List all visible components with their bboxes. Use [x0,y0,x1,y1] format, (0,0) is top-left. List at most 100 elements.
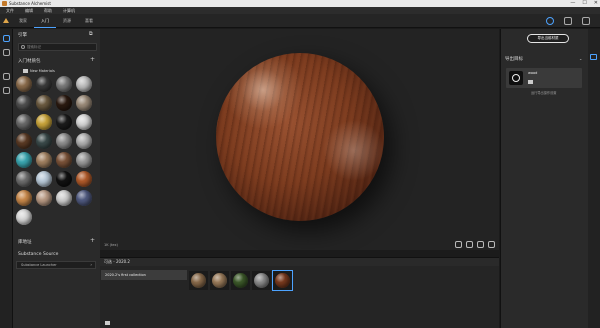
tab-resources[interactable]: 资源 [56,14,78,28]
chevron-right-icon: › [90,262,92,267]
material-thumbnail[interactable] [76,76,92,92]
materials-icon[interactable] [3,49,10,56]
menu-file[interactable]: 文件 [6,8,14,14]
layout-icon[interactable] [582,17,590,25]
folder-new-materials[interactable]: New Materials [18,68,98,75]
bottom-panel-header: 可选 - 2020.2 [100,258,499,266]
folder-icon [23,69,28,73]
material-thumbnail[interactable] [16,209,32,225]
material-thumbnail[interactable] [56,76,72,92]
menu-bar: 文件 编辑 帮助 计算机 [0,7,600,14]
sync-icon[interactable] [546,17,554,25]
material-thumbnail[interactable] [16,171,32,187]
swatch-list [189,270,293,291]
rotate-icon[interactable] [466,241,473,248]
material-thumbnail[interactable] [36,133,52,149]
camera-icon[interactable] [455,241,462,248]
title-bar: Substance Alchemist — ☐ ✕ [0,0,600,7]
material-swatch[interactable] [231,271,250,290]
material-swatch[interactable] [272,270,293,291]
tab-favorites[interactable]: 喜看 [78,14,100,28]
tab-bar: 我家 入门 资源 喜看 [0,14,600,28]
material-thumbnail[interactable] [56,152,72,168]
export-target-name: wood [528,71,538,75]
export-settings-link[interactable]: 运行导出操作设置 [531,90,557,95]
library-settings-icon[interactable]: ⧉ [89,31,93,37]
material-thumbnail[interactable] [16,95,32,111]
material-thumbnail[interactable] [36,76,52,92]
history-title: 库地址 [18,240,32,245]
alchemist-logo-icon [3,18,9,23]
material-thumbnail[interactable] [76,95,92,111]
material-grid [16,76,98,226]
material-swatch-ball [191,273,206,288]
material-thumbnail[interactable] [36,152,52,168]
add-library-button[interactable]: + [90,237,95,244]
material-thumbnail[interactable] [56,114,72,130]
material-thumbnail[interactable] [56,171,72,187]
material-thumbnail[interactable] [16,76,32,92]
material-thumbnail[interactable] [16,190,32,206]
tab-start[interactable]: 入门 [34,14,56,28]
search-icon [21,45,25,49]
material-thumbnail[interactable] [76,171,92,187]
display-icon[interactable] [3,73,10,80]
material-thumbnail[interactable] [76,133,92,149]
window-controls: — ☐ ✕ [570,0,598,7]
folder-icon[interactable] [105,321,110,325]
fullscreen-icon[interactable] [564,17,572,25]
material-thumbnail[interactable] [16,114,32,130]
material-thumbnail[interactable] [36,95,52,111]
material-thumbnail[interactable] [76,152,92,168]
export-target-card[interactable]: wood [506,68,582,88]
collection-item[interactable]: 2020.2's first collection [101,270,187,280]
export-targets-header: 导出目标 [505,57,523,62]
menu-edit[interactable]: 编辑 [25,8,33,14]
material-thumbnail[interactable] [16,133,32,149]
minimize-button[interactable]: — [570,0,575,7]
maximize-button[interactable]: ☐ [582,0,586,7]
material-swatch-ball [233,273,248,288]
globe-icon[interactable] [3,87,10,94]
material-thumbnail[interactable] [16,152,32,168]
tab-home[interactable]: 我家 [12,14,34,28]
substance-logo-icon [509,71,523,85]
material-thumbnail[interactable] [36,171,52,187]
right-panel: 导出当前材质 导出目标 ⌄ wood 运行导出操作设置 [500,29,588,328]
library-icon[interactable] [3,35,10,42]
export-material-button[interactable]: 导出当前材质 [527,34,569,43]
source-title: Substance Source [18,252,59,257]
reset-view-icon[interactable] [488,241,495,248]
menu-help[interactable]: 帮助 [44,8,52,14]
3d-viewport[interactable]: 1K (tex) [100,29,499,250]
material-swatch[interactable] [252,271,271,290]
environment-icon[interactable] [477,241,484,248]
material-thumbnail[interactable] [56,133,72,149]
add-material-button[interactable]: + [90,56,95,63]
material-thumbnail[interactable] [76,114,92,130]
material-swatch[interactable] [210,271,229,290]
search-input[interactable]: 搜索标记 [18,43,97,51]
folder-icon[interactable] [528,80,533,84]
panel-title: 引擎 [18,33,27,38]
source-dropdown[interactable]: Substance Launcher › [16,261,96,269]
material-swatch-ball [254,273,269,288]
material-preview-sphere[interactable] [216,53,384,221]
material-thumbnail[interactable] [56,190,72,206]
right-rail [588,29,600,328]
material-thumbnail[interactable] [76,190,92,206]
left-rail [0,29,13,328]
app-icon [2,1,7,6]
material-thumbnail[interactable] [36,114,52,130]
section-title: 入门材质包 [18,59,41,64]
export-icon[interactable] [590,54,597,60]
material-swatch[interactable] [189,271,208,290]
material-swatch-ball [275,273,290,288]
close-button[interactable]: ✕ [594,0,598,7]
material-thumbnail[interactable] [36,190,52,206]
material-thumbnail[interactable] [56,95,72,111]
menu-computer[interactable]: 计算机 [63,8,75,14]
left-panel: 引擎 ⧉ 搜索标记 入门材质包 + New Materials 库地址 + Su… [13,29,100,328]
chevron-down-icon[interactable]: ⌄ [579,56,582,61]
bottom-panel: 可选 - 2020.2 2020.2's first collection [100,257,499,328]
